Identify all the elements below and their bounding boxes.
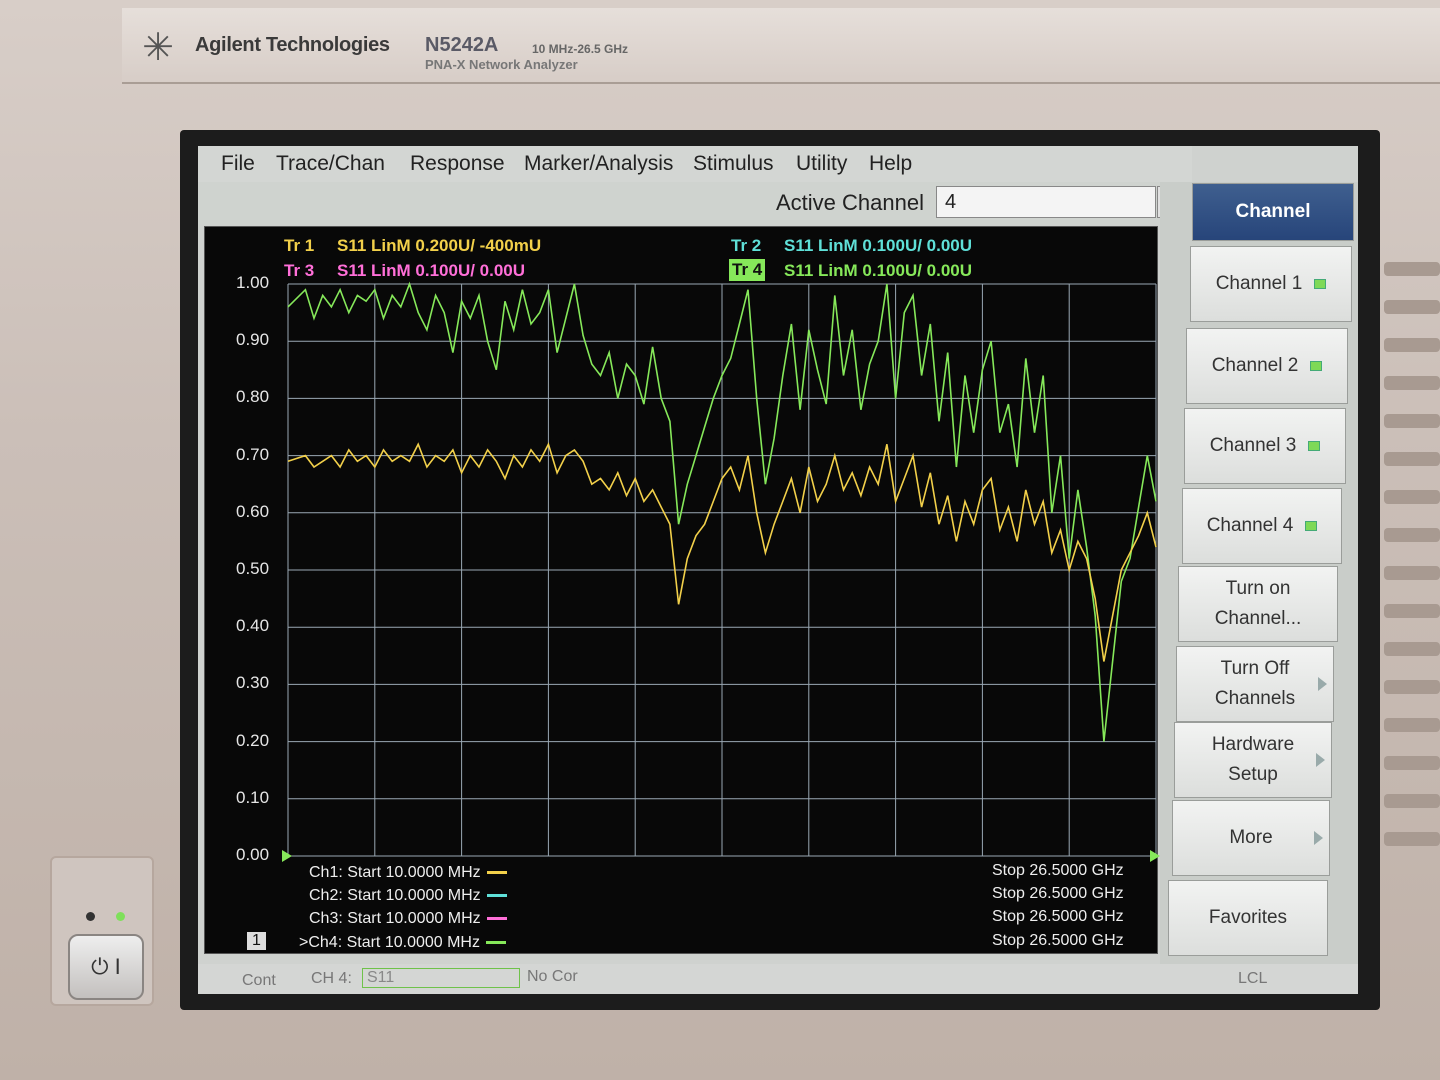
ch2-color-swatch bbox=[486, 894, 507, 898]
ch4-start-text: >Ch4: Start 10.0000 MHz bbox=[299, 934, 480, 951]
trace-plot bbox=[282, 281, 1160, 862]
status-correction: No Cor bbox=[527, 968, 578, 985]
y-tick-label: 0.00 bbox=[236, 845, 270, 864]
y-tick-label: 0.40 bbox=[236, 616, 270, 636]
ch1-stop: Stop 26.5000 GHz bbox=[992, 862, 1124, 879]
ch1-start-text: Ch1: Start 10.0000 MHz bbox=[309, 864, 481, 881]
y-tick-label: 0.90 bbox=[236, 330, 270, 350]
ch4-start: >Ch4: Start 10.0000 MHz bbox=[299, 934, 506, 952]
ch4-stop: Stop 26.5000 GHz bbox=[992, 932, 1124, 949]
y-tick-label: 1.00 bbox=[236, 273, 270, 292]
y-tick-label: 0.80 bbox=[236, 387, 270, 407]
stimulus-edge-marker-icon bbox=[282, 850, 292, 862]
ch3-color-swatch bbox=[486, 917, 507, 921]
ch2-stop: Stop 26.5000 GHz bbox=[992, 885, 1124, 902]
y-tick-label: 0.30 bbox=[236, 673, 270, 693]
y-tick-label: 0.50 bbox=[236, 559, 270, 578]
stimulus-edge-marker-icon bbox=[1150, 850, 1160, 862]
y-tick-label: 0.60 bbox=[236, 501, 270, 521]
status-lcl: LCL bbox=[1238, 970, 1268, 987]
ch3-stop: Stop 26.5000 GHz bbox=[992, 908, 1124, 925]
ch3-start-text: Ch3: Start 10.0000 MHz bbox=[309, 910, 481, 927]
ch3-start: Ch3: Start 10.0000 MHz bbox=[309, 910, 507, 928]
ch2-start: Ch2: Start 10.0000 MHz bbox=[309, 887, 507, 905]
status-channel: CH 4: bbox=[311, 970, 352, 987]
ch4-color-swatch bbox=[485, 941, 506, 945]
y-tick-label: 0.70 bbox=[236, 444, 270, 464]
y-tick-label: 0.20 bbox=[236, 730, 270, 750]
ch1-color-swatch bbox=[486, 871, 507, 875]
window-number[interactable]: 1 bbox=[247, 932, 266, 950]
ch1-start: Ch1: Start 10.0000 MHz bbox=[309, 864, 507, 882]
y-tick-label: 0.10 bbox=[236, 787, 270, 807]
status-sweep-mode: Cont bbox=[242, 972, 276, 989]
ch2-start-text: Ch2: Start 10.0000 MHz bbox=[309, 887, 481, 904]
status-parameter: S11 bbox=[362, 968, 520, 988]
